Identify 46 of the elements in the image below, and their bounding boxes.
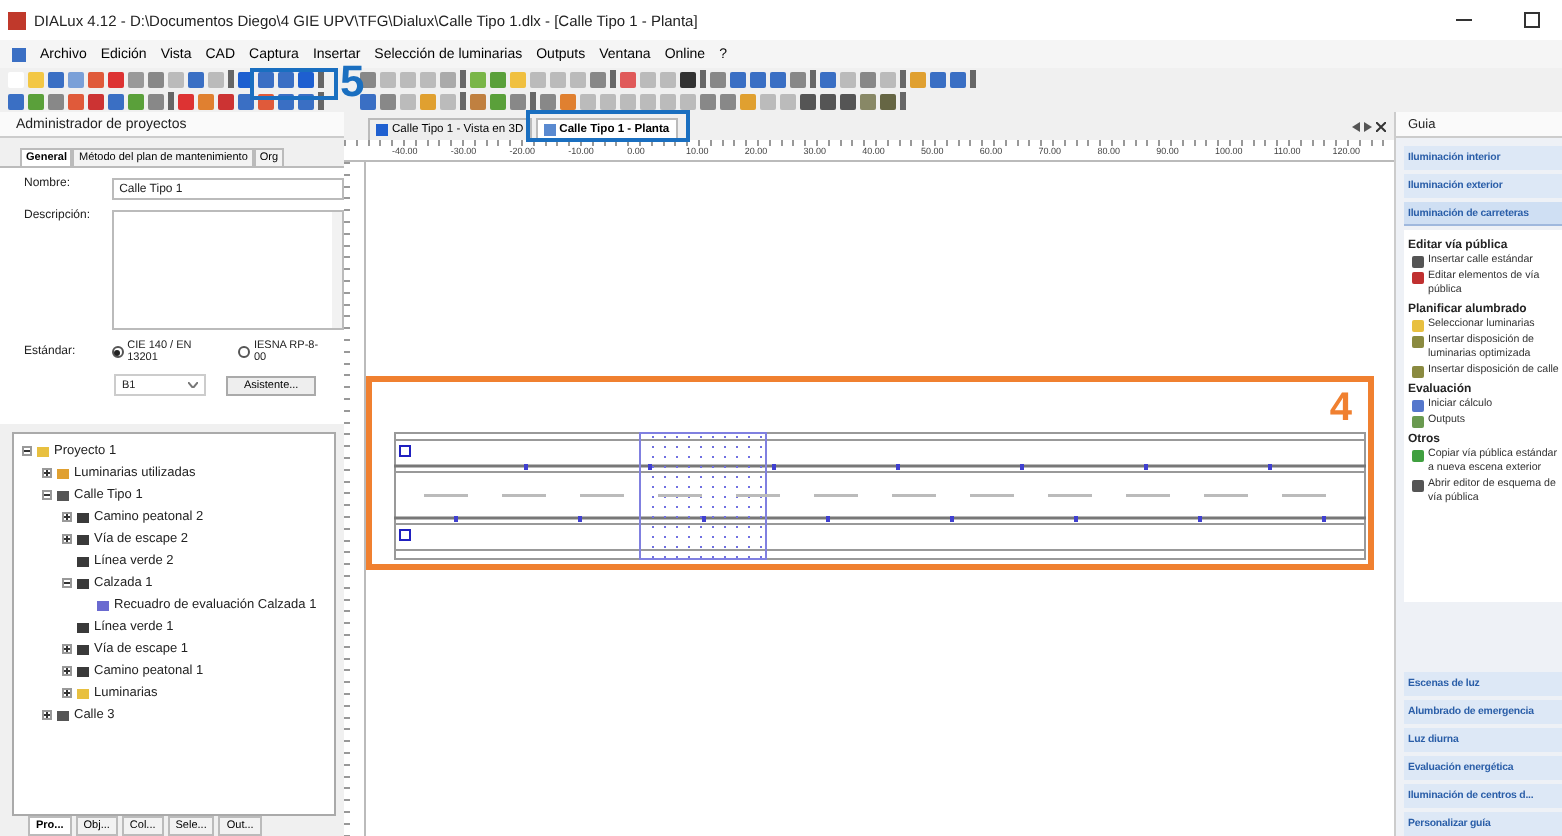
maximize-icon <box>1524 12 1540 28</box>
expander-icon[interactable] <box>62 644 72 654</box>
description-field[interactable] <box>112 210 344 330</box>
expander-icon[interactable] <box>62 578 72 588</box>
street-icon <box>1412 256 1424 268</box>
folder-icon <box>76 686 90 700</box>
annotation-frame <box>250 68 338 100</box>
document-icon <box>1412 416 1424 428</box>
expander-icon[interactable] <box>62 512 72 522</box>
scroll-right-icon[interactable] <box>1364 121 1372 131</box>
lamp-icon <box>1412 320 1424 332</box>
calculator-icon <box>1412 400 1424 412</box>
expander-icon[interactable] <box>42 468 52 478</box>
close-icon[interactable] <box>1376 121 1386 131</box>
scroll-left-icon[interactable] <box>1352 121 1360 131</box>
road-icon <box>56 708 70 722</box>
expander-icon[interactable] <box>62 688 72 698</box>
toolbar-grip[interactable] <box>530 92 536 110</box>
grid-icon <box>96 598 110 612</box>
radio-button[interactable] <box>111 346 124 358</box>
arrangement-icon <box>1412 366 1424 378</box>
copy-icon <box>1412 450 1424 462</box>
radio-button[interactable] <box>238 346 250 358</box>
toolbar-grip[interactable] <box>700 70 706 88</box>
annotation-number: 5 <box>340 66 365 98</box>
document-icon <box>12 47 26 61</box>
expander-icon[interactable] <box>22 446 32 456</box>
caret-icon <box>188 382 198 388</box>
folder-icon <box>36 444 50 458</box>
street-icon <box>1412 480 1424 492</box>
cube-icon <box>376 124 388 136</box>
toolbar-grip[interactable] <box>810 70 816 88</box>
app-logo-icon <box>8 11 26 29</box>
plan-icon <box>543 124 556 136</box>
expander-icon[interactable] <box>42 490 52 500</box>
expander-icon[interactable] <box>42 710 52 720</box>
lamp-icon <box>56 466 70 480</box>
car-icon <box>1412 272 1424 284</box>
toolbar-grip[interactable] <box>610 70 616 88</box>
expander-icon[interactable] <box>62 534 72 544</box>
toolbar-grip[interactable] <box>168 92 174 110</box>
toolbar-grip[interactable] <box>970 70 976 88</box>
toolbar-grip[interactable] <box>228 70 234 88</box>
arrangement-icon <box>1412 336 1424 348</box>
annotation-number: 4 <box>1329 386 1352 432</box>
expander-icon[interactable] <box>62 666 72 676</box>
